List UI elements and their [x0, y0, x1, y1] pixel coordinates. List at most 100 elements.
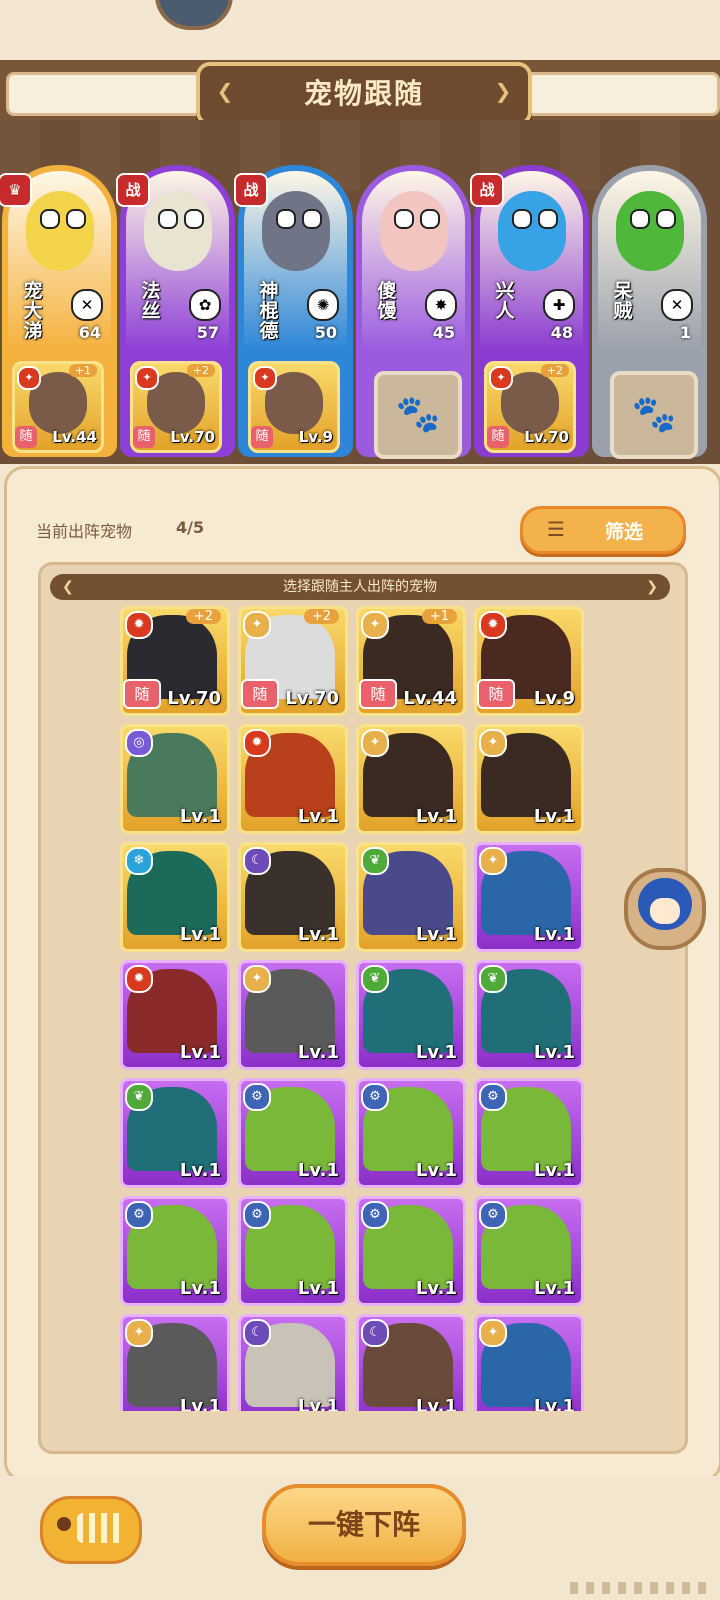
- pet-card[interactable]: ⚙ Lv.1: [356, 1196, 466, 1306]
- pet-grid: ✹ +2 随 Lv.70 ✦ +2 随 Lv.70 ✦ +1 随 Lv.44 ✹ 随 Lv.9 ◎ Lv.1 ✹ L…: [120, 606, 600, 1411]
- element-icon: ❄: [125, 847, 153, 875]
- pet-level: Lv.1: [533, 1396, 575, 1411]
- pet-card[interactable]: ⚙ Lv.1: [238, 1196, 348, 1306]
- element-icon: ✦: [361, 729, 389, 757]
- pet-card[interactable]: ❦ Lv.1: [474, 960, 584, 1070]
- pet-name: 神棍德: [259, 280, 279, 342]
- team-card[interactable]: 法丝 ✿ 57 战 ✦ +2 随 Lv.70: [116, 165, 235, 457]
- empty-follower-slot[interactable]: 🐾: [374, 371, 462, 459]
- element-icon: ✦: [17, 366, 41, 390]
- pet-card[interactable]: ☾ Lv.1: [238, 1314, 348, 1411]
- pet-card[interactable]: ❄ Lv.1: [120, 842, 230, 952]
- pet-level: Lv.1: [297, 1160, 339, 1181]
- element-icon: ✦: [479, 1319, 507, 1347]
- plus-badge: +2: [185, 609, 221, 624]
- list-icon: ☰: [547, 517, 565, 541]
- pet-card[interactable]: ☾ Lv.1: [238, 842, 348, 952]
- dismiss-all-label: 一键下阵: [307, 1508, 420, 1541]
- pet-card[interactable]: ✹ +2 随 Lv.70: [120, 606, 230, 716]
- pet-list-header: ❮ 选择跟随主人出阵的宠物 ❯: [50, 574, 670, 600]
- element-icon: ⚙: [479, 1201, 507, 1229]
- pet-card[interactable]: ✦ Lv.1: [474, 1314, 584, 1411]
- active-pets-label: 当前出阵宠物: [36, 522, 133, 541]
- pet-level: Lv.1: [533, 806, 575, 827]
- battle-badge: 战: [470, 173, 504, 207]
- pet-level: Lv.1: [415, 1160, 457, 1181]
- pet-level: Lv.1: [297, 806, 339, 827]
- element-icon: ❦: [361, 965, 389, 993]
- follow-tag: 随: [359, 679, 397, 709]
- pet-level: Lv.1: [415, 1042, 457, 1063]
- pet-card[interactable]: ✦ Lv.1: [238, 960, 348, 1070]
- pet-name: 傻馒: [377, 280, 397, 322]
- paw-icon: 🐾: [631, 394, 677, 435]
- pet-card[interactable]: ✦ Lv.1: [474, 724, 584, 834]
- element-icon: ◎: [125, 729, 153, 757]
- side-avatar-button[interactable]: [624, 868, 706, 950]
- pet-card[interactable]: ❦ Lv.1: [356, 960, 466, 1070]
- element-icon: ⚙: [243, 1083, 271, 1111]
- pet-card[interactable]: ❦ Lv.1: [356, 842, 466, 952]
- footer-decoration: [570, 1582, 710, 1594]
- page-title: 宠物跟随: [303, 77, 424, 110]
- pet-card[interactable]: ✦ Lv.1: [120, 1314, 230, 1411]
- ornament-right-icon: ❯: [646, 579, 658, 595]
- team-card[interactable]: 宠大涕 ✕ 64 ♛ ✦ +1 随 Lv.44: [0, 165, 117, 457]
- pet-level: Lv.1: [179, 924, 221, 945]
- plus-badge: +2: [186, 364, 215, 377]
- element-icon: ✹: [125, 611, 153, 639]
- ornament-right-icon: ❯: [494, 79, 512, 103]
- filter-button[interactable]: ☰ 筛选: [520, 506, 686, 554]
- pet-card[interactable]: ☾ Lv.1: [356, 1314, 466, 1411]
- empty-follower-slot[interactable]: 🐾: [610, 371, 698, 459]
- element-icon: ✦: [489, 366, 513, 390]
- follower-slot[interactable]: ✦ 随 Lv.9: [248, 361, 340, 453]
- team-card[interactable]: 呆贼 ✕ 1 🐾: [592, 165, 707, 459]
- pet-card[interactable]: ✹ Lv.1: [120, 960, 230, 1070]
- follow-tag: 随: [241, 679, 279, 709]
- element-icon: ✦: [243, 965, 271, 993]
- follow-tag: 随: [15, 426, 37, 448]
- top-strip: [0, 0, 720, 60]
- dismiss-all-button[interactable]: 一键下阵: [262, 1484, 466, 1566]
- element-icon: ⚙: [361, 1201, 389, 1229]
- element-icon: ☾: [361, 1319, 389, 1347]
- pet-card[interactable]: ⚙ Lv.1: [238, 1078, 348, 1188]
- team-card[interactable]: 兴人 ✚ 48 战 ✦ +2 随 Lv.70: [470, 165, 589, 457]
- pet-card[interactable]: ✦ Lv.1: [356, 724, 466, 834]
- pet-level: 50: [314, 323, 337, 342]
- pet-card[interactable]: ❦ Lv.1: [120, 1078, 230, 1188]
- pet-level: Lv.44: [403, 688, 457, 709]
- pet-card[interactable]: ⚙ Lv.1: [356, 1078, 466, 1188]
- pet-card[interactable]: ✹ Lv.1: [238, 724, 348, 834]
- follower-slot[interactable]: ✦ +2 随 Lv.70: [484, 361, 576, 453]
- pet-card[interactable]: ✹ 随 Lv.9: [474, 606, 584, 716]
- follower-slot[interactable]: ✦ +1 随 Lv.44: [12, 361, 104, 453]
- filter-label: 筛选: [605, 521, 644, 543]
- follower-level: Lv.70: [524, 428, 569, 446]
- pet-name: 兴人: [495, 280, 515, 322]
- plus-badge: +2: [540, 364, 569, 377]
- paw-icon: 🐾: [395, 394, 441, 435]
- pet-level: Lv.1: [179, 1042, 221, 1063]
- team-card[interactable]: 神棍德 ✺ 50 战 ✦ 随 Lv.9: [234, 165, 353, 457]
- fishbone-icon[interactable]: [40, 1496, 142, 1564]
- battle-badge: ♛: [0, 173, 32, 207]
- pet-card[interactable]: ⚙ Lv.1: [474, 1078, 584, 1188]
- element-icon: ❦: [361, 847, 389, 875]
- pet-name: 法丝: [141, 280, 161, 322]
- pet-card[interactable]: ⚙ Lv.1: [120, 1196, 230, 1306]
- pet-card[interactable]: ✦ +1 随 Lv.44: [356, 606, 466, 716]
- pet-card[interactable]: ✦ +2 随 Lv.70: [238, 606, 348, 716]
- pet-level: 1: [679, 323, 691, 342]
- element-icon: ⚙: [479, 1083, 507, 1111]
- team-card[interactable]: 傻馒 ✸ 45 🐾: [356, 165, 471, 459]
- pet-card[interactable]: ⚙ Lv.1: [474, 1196, 584, 1306]
- follower-slot[interactable]: ✦ +2 随 Lv.70: [130, 361, 222, 453]
- element-icon: ✕: [71, 289, 103, 321]
- ornament-left-icon: ❮: [216, 79, 234, 103]
- pet-card[interactable]: ✦ Lv.1: [474, 842, 584, 952]
- pet-card[interactable]: ◎ Lv.1: [120, 724, 230, 834]
- element-icon: ✦: [479, 847, 507, 875]
- plus-badge: +1: [421, 609, 457, 624]
